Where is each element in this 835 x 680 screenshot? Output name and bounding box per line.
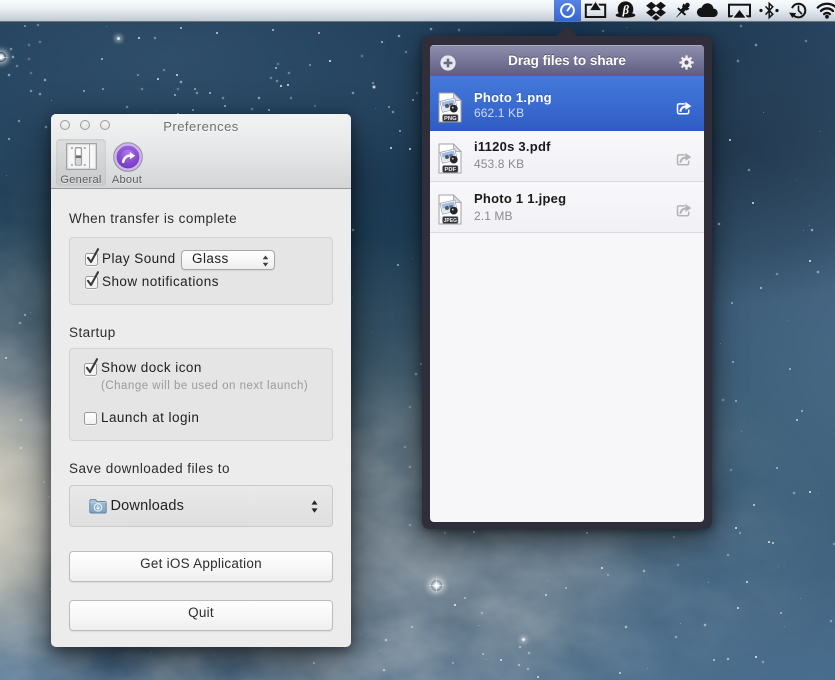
- svg-text:JPEG: JPEG: [444, 217, 457, 223]
- svg-text:PNG: PNG: [444, 116, 457, 122]
- svg-text:PDF: PDF: [444, 166, 456, 172]
- svg-text:β: β: [622, 3, 630, 17]
